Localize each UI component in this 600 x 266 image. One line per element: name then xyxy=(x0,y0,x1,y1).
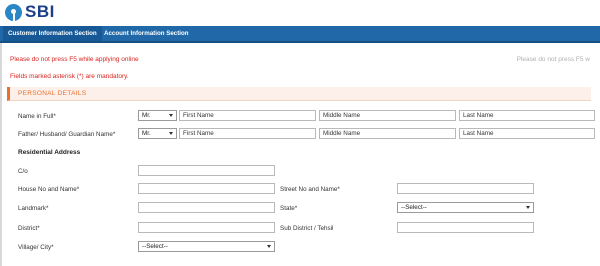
co-input[interactable] xyxy=(138,165,275,176)
residential-address-heading: Residential Address xyxy=(18,149,81,156)
guardian-name-label: Father/ Husband/ Guardian Name* xyxy=(18,131,116,138)
house-input[interactable] xyxy=(138,183,275,194)
brand-name: SBI xyxy=(25,2,55,21)
chevron-down-icon xyxy=(526,206,530,209)
state-label: State* xyxy=(280,205,298,212)
guardian-first-name-input[interactable]: First Name xyxy=(179,128,316,139)
middle-name-input[interactable]: Middle Name xyxy=(319,110,456,121)
section-tabbar: Customer Information Section Account Inf… xyxy=(0,26,600,43)
district-input[interactable] xyxy=(138,222,275,233)
guardian-last-name-input[interactable]: Last Name xyxy=(459,128,595,139)
tab-account-information[interactable]: Account Information Section xyxy=(99,26,194,41)
state-select-value: --Select-- xyxy=(401,204,427,211)
chevron-down-icon xyxy=(169,114,173,117)
chevron-down-icon xyxy=(169,132,173,135)
f5-warning-marquee: Please do not press F5 w xyxy=(516,56,590,63)
sbi-logo: SBI xyxy=(5,2,55,22)
guardian-title-select[interactable]: Mr. xyxy=(138,128,177,139)
village-select[interactable]: --Select-- xyxy=(138,241,275,252)
personal-details-section-header: PERSONAL DETAILS xyxy=(7,87,591,101)
mandatory-notice: Fields marked asterisk (*) are mandatory… xyxy=(10,73,129,80)
tab-customer-information[interactable]: Customer Information Section xyxy=(3,26,102,41)
sbi-logo-icon xyxy=(5,3,22,21)
landmark-input[interactable] xyxy=(138,202,275,213)
f5-warning: Please do not press F5 while applying on… xyxy=(10,56,139,63)
header: SBI xyxy=(0,0,600,26)
street-label: Street No and Name* xyxy=(280,186,340,193)
village-select-value: --Select-- xyxy=(142,243,168,250)
landmark-label: Landmark* xyxy=(18,205,49,212)
chevron-down-icon xyxy=(267,245,271,248)
subdistrict-input[interactable] xyxy=(397,222,534,233)
house-label: House No and Name* xyxy=(18,186,80,193)
section-title: PERSONAL DETAILS xyxy=(18,90,87,97)
co-label: C/o xyxy=(18,168,28,175)
name-title-value: Mr. xyxy=(142,112,151,119)
state-select[interactable]: --Select-- xyxy=(397,202,534,213)
name-in-full-label: Name in Full* xyxy=(18,113,56,120)
last-name-input[interactable]: Last Name xyxy=(459,110,595,121)
subdistrict-label: Sub District / Tehsil xyxy=(280,225,334,232)
first-name-input[interactable]: First Name xyxy=(179,110,316,121)
village-label: Village/ City* xyxy=(18,244,54,251)
street-input[interactable] xyxy=(397,183,534,194)
guardian-middle-name-input[interactable]: Middle Name xyxy=(319,128,456,139)
district-label: District* xyxy=(18,225,40,232)
name-title-select[interactable]: Mr. xyxy=(138,110,177,121)
guardian-title-value: Mr. xyxy=(142,130,151,137)
left-edge-shadow xyxy=(0,43,2,266)
